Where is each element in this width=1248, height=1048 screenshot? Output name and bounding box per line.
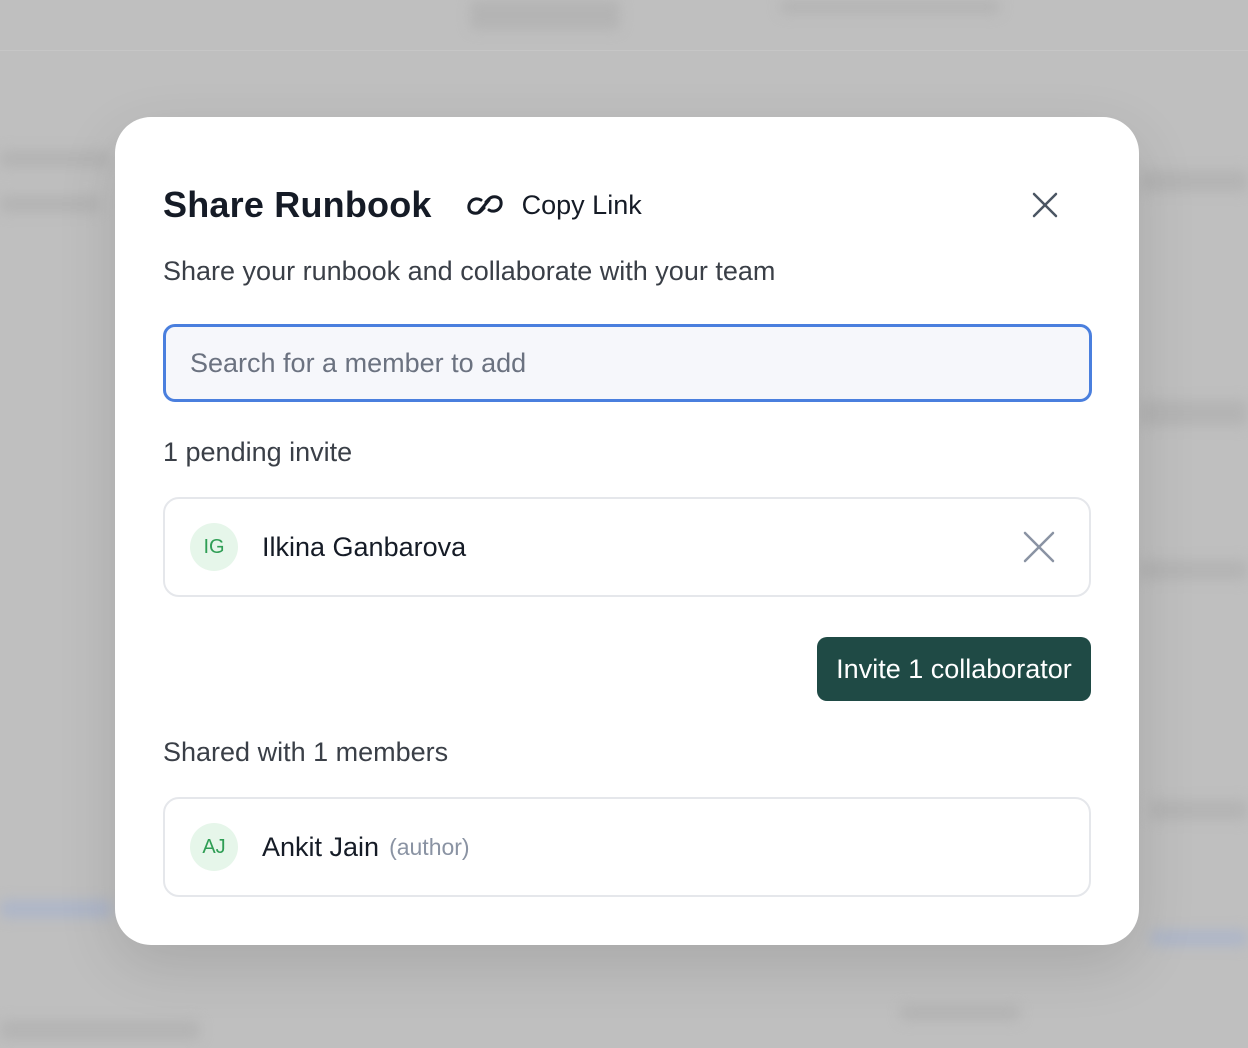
close-button[interactable] — [1025, 185, 1065, 225]
modal-title: Share Runbook — [163, 184, 432, 225]
avatar: IG — [190, 523, 238, 571]
pending-invite-row: IG Ilkina Ganbarova — [163, 497, 1091, 597]
pending-invites-label: 1 pending invite — [163, 437, 353, 467]
member-role: (author) — [389, 833, 470, 860]
avatar: AJ — [190, 823, 238, 871]
copy-link-label: Copy Link — [521, 189, 642, 220]
invite-collaborator-button[interactable]: Invite 1 collaborator — [817, 637, 1091, 701]
shared-member-row: AJ Ankit Jain (author) — [163, 797, 1091, 897]
remove-invite-button[interactable] — [1019, 527, 1059, 567]
remove-icon — [1023, 531, 1055, 563]
copy-link-button[interactable]: Copy Link — [464, 184, 642, 226]
member-name: Ankit Jain — [262, 831, 380, 862]
link-icon — [464, 184, 506, 226]
close-icon — [1032, 192, 1058, 218]
shared-members-label: Shared with 1 members — [163, 737, 449, 767]
modal-subtitle: Share your runbook and collaborate with … — [163, 256, 776, 286]
share-runbook-modal: Share Runbook Copy Link Share your runbo… — [115, 117, 1139, 945]
member-search-input[interactable] — [163, 324, 1092, 402]
member-name: Ilkina Ganbarova — [262, 531, 467, 562]
modal-header: Share Runbook Copy Link — [163, 181, 1091, 229]
